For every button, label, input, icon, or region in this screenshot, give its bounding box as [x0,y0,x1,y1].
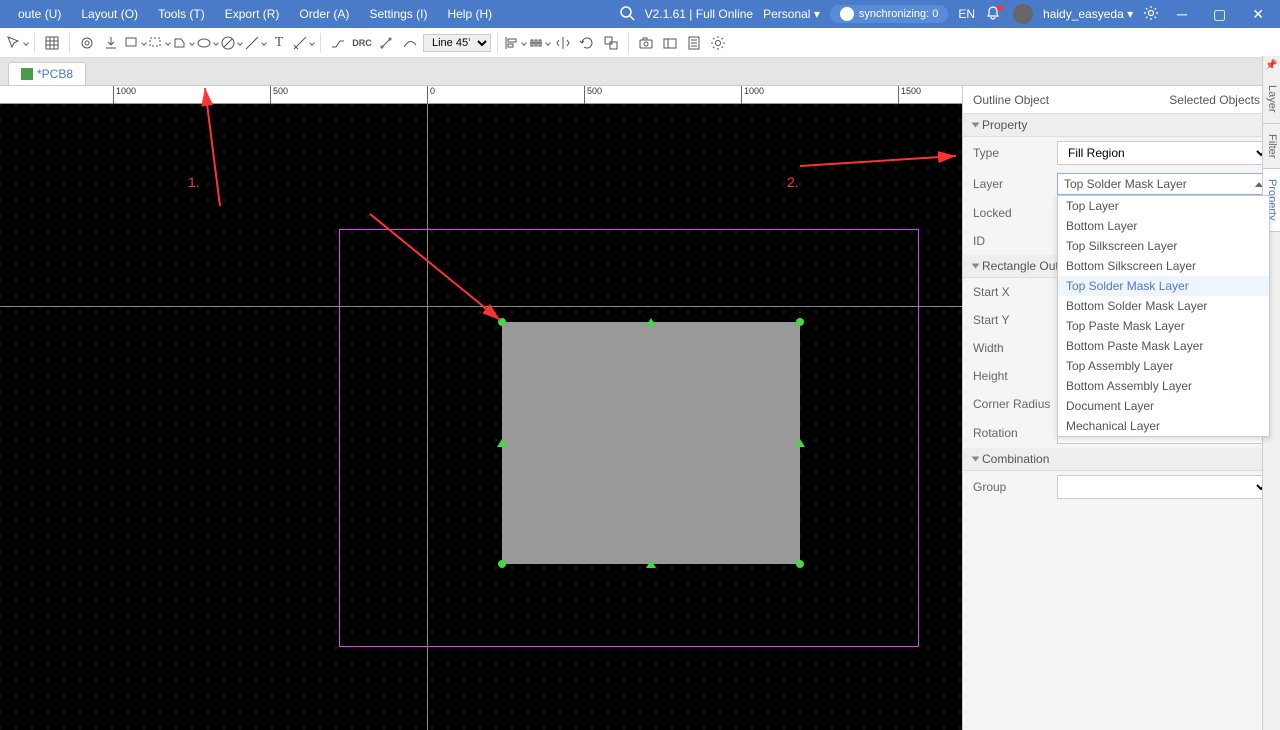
label-corner: Corner Radius [973,397,1057,411]
flip-h-icon[interactable] [552,32,574,54]
fill-region-selected[interactable] [502,322,800,564]
layer-option[interactable]: Bottom Paste Mask Layer [1058,336,1269,356]
tool-ellipse[interactable] [196,32,218,54]
gear-icon[interactable] [707,32,729,54]
layer-option[interactable]: Top Solder Mask Layer [1058,276,1269,296]
tool-measure[interactable] [375,32,397,54]
canvas[interactable] [0,104,962,730]
notifications-icon[interactable] [985,5,1003,24]
handle-b[interactable] [646,560,656,568]
selected-count: Selected Objects 1 [1169,93,1270,107]
side-tab-filter[interactable]: Filter [1263,124,1280,169]
tool-target[interactable] [76,32,98,54]
tab-pcb8[interactable]: *PCB8 [8,62,86,85]
username-label[interactable]: haidy_easyeda ▾ [1043,7,1133,21]
tool-grid[interactable] [41,32,63,54]
label-rotation: Rotation [973,426,1057,440]
label-width: Width [973,341,1057,355]
tool-polygon[interactable] [172,32,194,54]
section-property[interactable]: Property [963,114,1280,137]
label-starty: Start Y [973,313,1057,327]
side-tab-layer[interactable]: Layer [1263,75,1280,124]
rotate-icon[interactable] [576,32,598,54]
tool-via[interactable] [100,32,122,54]
language-selector[interactable]: EN [958,7,975,21]
tool-cursor[interactable] [6,32,28,54]
layer-option[interactable]: Document Layer [1058,396,1269,416]
label-type: Type [973,146,1057,160]
handle-br[interactable] [796,560,804,568]
layer-option[interactable]: Bottom Layer [1058,216,1269,236]
canvas-area[interactable]: 1000 500 0 500 1000 1500 [0,86,962,730]
sync-status[interactable]: synchronizing: 0 [830,5,949,23]
maximize-button[interactable]: ▢ [1205,6,1234,23]
search-icon[interactable] [619,5,635,24]
type-select[interactable]: Fill Region [1057,141,1270,165]
camera-icon[interactable] [635,32,657,54]
align-left-icon[interactable] [504,32,526,54]
menu-settings[interactable]: Settings (I) [359,0,437,28]
tabbar: *PCB8 [0,58,1280,86]
section-combination[interactable]: Combination [963,448,1280,471]
panel-title: Outline Object [973,93,1049,107]
label-height: Height [973,369,1057,383]
handle-r[interactable] [795,439,805,447]
avatar[interactable] [1013,4,1033,24]
3d-icon[interactable] [659,32,681,54]
distribute-icon[interactable] [528,32,550,54]
tab-icon [21,68,33,80]
layer-option[interactable]: Mechanical Layer [1058,416,1269,436]
layer-option[interactable]: Top Assembly Layer [1058,356,1269,376]
pin-icon[interactable]: 📌 [1263,56,1280,75]
tool-keepout[interactable] [220,32,242,54]
group-select[interactable] [1057,475,1270,499]
layer-select[interactable]: Top Solder Mask Layer Top Layer Bottom L… [1057,173,1270,195]
ruler-horizontal: 1000 500 0 500 1000 1500 [0,86,962,104]
handle-tl[interactable] [498,318,506,326]
menu-layout[interactable]: Layout (O) [71,0,148,28]
version-label: V2.1.61 | Full Online [645,7,754,21]
tool-select-rect[interactable] [148,32,170,54]
layer-option[interactable]: Bottom Solder Mask Layer [1058,296,1269,316]
layer-option[interactable]: Bottom Silkscreen Layer [1058,256,1269,276]
tool-arc[interactable] [399,32,421,54]
handle-tr[interactable] [796,318,804,326]
menu-help[interactable]: Help (H) [437,0,502,28]
menu-route[interactable]: oute (U) [8,0,71,28]
layer-option[interactable]: Bottom Assembly Layer [1058,376,1269,396]
layer-dropdown-list: Top Layer Bottom Layer Top Silkscreen La… [1057,195,1270,437]
tool-rect[interactable] [124,32,146,54]
menu-order[interactable]: Order (A) [289,0,359,28]
cloud-icon [840,7,854,21]
tool-route[interactable] [327,32,349,54]
tool-text[interactable]: T [268,32,290,54]
label-startx: Start X [973,285,1057,299]
layer-option[interactable]: Top Paste Mask Layer [1058,316,1269,336]
menu-export[interactable]: Export (R) [215,0,290,28]
layer-option[interactable]: Top Layer [1058,196,1269,216]
menubar: oute (U) Layout (O) Tools (T) Export (R)… [0,0,1280,28]
handle-l[interactable] [497,439,507,447]
minimize-button[interactable]: ─ [1169,6,1195,22]
bom-icon[interactable] [683,32,705,54]
settings-gear-icon[interactable] [1143,5,1159,24]
label-id: ID [973,234,1057,248]
label-locked: Locked [973,206,1057,220]
tool-line[interactable] [244,32,266,54]
tool-drc[interactable]: DRC [351,32,373,54]
line-mode-select[interactable]: Line 45° [423,34,491,52]
tool-dimension[interactable] [292,32,314,54]
properties-panel: Outline Object Selected Objects 1 Proper… [962,86,1280,730]
menu-tools[interactable]: Tools (T) [148,0,215,28]
handle-t[interactable] [646,318,656,326]
workspace-selector[interactable]: Personal ▾ [763,7,820,21]
label-layer: Layer [973,177,1057,191]
layer-option[interactable]: Top Silkscreen Layer [1058,236,1269,256]
group-icon[interactable] [600,32,622,54]
toolbar: T DRC Line 45° [0,28,1280,58]
close-button[interactable]: ✕ [1244,6,1272,23]
label-group: Group [973,480,1057,494]
handle-bl[interactable] [498,560,506,568]
